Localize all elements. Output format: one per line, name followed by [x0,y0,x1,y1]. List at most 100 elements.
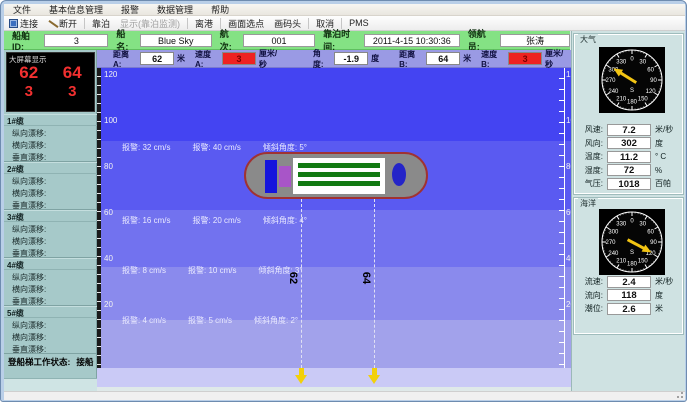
deck-stripe [298,163,380,168]
svg-text:60: 60 [647,67,654,73]
menu-basic-info[interactable]: 基本信息管理 [40,3,112,16]
sidebar: 大屏幕显示 62 64 3 3 1#缆 纵向漂移: 横向漂移: 垂直漂移: 2#… [4,50,97,391]
lateral-drift-label: 横向漂移: [4,330,97,342]
alarm-threshold-row: 报警: 16 cm/s报警: 20 cm/s倾斜角度: 4° [122,215,452,226]
display-speed-a: 3 [25,83,33,100]
svg-text:90: 90 [650,78,657,84]
current-direction-row: 流向: 118 度 [575,289,684,303]
ship-graphic [244,152,428,199]
distance-band-20-40 [97,320,571,368]
lateral-drift-label: 横向漂移: [4,186,97,198]
svg-text:30: 30 [639,221,646,227]
measure-line-b [374,199,375,368]
wind-direction-gauge-dial: 0306090120150180210240270300330S [599,47,665,113]
distance-a-value: 62 [140,52,174,65]
speed-b-label: 速度B: [481,49,505,69]
atmosphere-group: 大气 0306090120150180210240270300330S 风速: … [574,34,683,194]
atmosphere-title: 大气 [578,34,598,45]
longitudinal-drift-label: 纵向漂移: [4,270,97,282]
humidity-row: 湿度: 72 % [575,164,684,178]
svg-text:60: 60 [647,229,654,235]
sensor-marker-a [295,368,307,384]
toolbar-separator [84,18,85,29]
lateral-drift-label: 横向漂移: [4,282,97,294]
measure-line-a [301,199,302,368]
left-axis-tick: 80 [104,162,113,171]
svg-text:150: 150 [638,259,649,265]
vertical-drift-label: 垂直漂移: [4,246,97,258]
wind-direction-value: 302 [607,137,651,149]
speed-a-unit: 厘米/秒 [259,48,285,70]
display-distance-b: 64 [63,63,82,83]
tide-level-value: 2.6 [607,303,651,315]
dock-edge-band [97,368,571,387]
cable-group-2: 2#缆 纵向漂移: 横向漂移: 垂直漂移: [4,162,97,210]
vertical-drift-label: 垂直漂移: [4,342,97,354]
big-screen-display: 大屏幕显示 62 64 3 3 [6,52,95,112]
app-window: 文件 基本信息管理 报警 数据管理 帮助 连接 断开 靠泊 显示(靠泊监测) 离… [0,0,687,402]
svg-text:210: 210 [616,259,627,265]
cable-group-title: 3#缆 [4,211,97,222]
ship-id-field[interactable]: 3 [44,34,108,47]
svg-text:330: 330 [616,221,627,227]
longitudinal-drift-label: 纵向漂移: [4,126,97,138]
ocean-title: 海洋 [578,198,598,209]
disconnect-icon [48,19,57,28]
ocean-group: 海洋 0306090120150180210240270300330S 流速: … [574,198,683,334]
environment-panel: 大气 0306090120150180210240270300330S 风速: … [571,31,685,391]
speed-a-value: 3 [222,52,256,65]
berth-time-field[interactable]: 2011-4-15 10:30:36 [364,34,460,47]
cable-group-4: 4#缆 纵向漂移: 横向漂移: 垂直漂移: [4,258,97,306]
wind-direction-gauge: 0306090120150180210240270300330S [599,47,665,113]
svg-text:240: 240 [608,89,619,95]
app-client-area: 文件 基本信息管理 报警 数据管理 帮助 连接 断开 靠泊 显示(靠泊监测) 离… [4,4,685,400]
cable-group-5: 5#缆 纵向漂移: 横向漂移: 垂直漂移: [4,306,97,354]
svg-text:150: 150 [638,97,649,103]
berthing-monitor-chart: 距离A: 62 米 速度A: 3 厘米/秒 角度: -1.9 度 距离B: 64… [97,50,571,387]
ship-superstructure [265,160,277,193]
gangway-status: 登船梯工作状态:接船 [4,356,97,368]
menu-alarm[interactable]: 报警 [112,3,148,16]
left-axis-tick: 120 [104,70,117,79]
measure-bar: 距离A: 62 米 速度A: 3 厘米/秒 角度: -1.9 度 距离B: 64… [97,50,571,68]
left-tick-strip [97,68,101,368]
temperature-row: 温度: 11.2 ° C [575,150,684,164]
wind-speed-value: 7.2 [607,124,651,136]
menu-help[interactable]: 帮助 [202,3,238,16]
vertical-drift-label: 垂直漂移: [4,294,97,306]
measure-line-b-value: 64 [360,272,372,284]
sensor-marker-b [368,368,380,384]
voyage-info-bar: 船舶ID: 3 船名: Blue Sky 航次: 001 靠泊时间: 2011-… [4,31,570,50]
vertical-drift-label: 垂直漂移: [4,198,97,210]
cable-group-3: 3#缆 纵向漂移: 横向漂移: 垂直漂移: [4,210,97,258]
svg-text:90: 90 [650,240,657,246]
display-distance-a: 62 [19,63,38,83]
cable-group-title: 5#缆 [4,307,97,318]
left-axis-tick: 60 [104,208,113,217]
measure-line-a-value: 62 [287,272,299,284]
left-axis-tick: 40 [104,254,113,263]
gangway-status-value: 接船 [76,357,93,367]
menu-data-mgmt[interactable]: 数据管理 [148,3,202,16]
right-axis [559,68,565,368]
svg-text:180: 180 [627,262,638,268]
pressure-value: 1018 [607,178,651,190]
ship-name-field[interactable]: Blue Sky [140,34,212,47]
status-bar [4,391,685,400]
lateral-drift-label: 横向漂移: [4,138,97,150]
wind-direction-row: 风向: 302 度 [575,137,684,151]
svg-text:S: S [630,88,634,94]
cable-groups: 1#缆 纵向漂移: 横向漂移: 垂直漂移: 2#缆 纵向漂移: 横向漂移: 垂直… [4,114,97,354]
lateral-drift-label: 横向漂移: [4,234,97,246]
resize-grip[interactable] [676,391,684,399]
left-axis-tick: 20 [104,300,113,309]
speed-b-value: 3 [508,52,542,65]
svg-text:330: 330 [616,59,627,65]
ship-id-label: 船舶ID: [12,29,40,52]
deck-stripe [298,181,380,186]
pilot-field[interactable]: 张涛 [500,34,570,47]
current-direction-value: 118 [607,289,651,301]
menu-file[interactable]: 文件 [4,3,40,16]
voyage-no-field[interactable]: 001 [243,34,315,47]
cable-group-title: 1#缆 [4,115,97,126]
